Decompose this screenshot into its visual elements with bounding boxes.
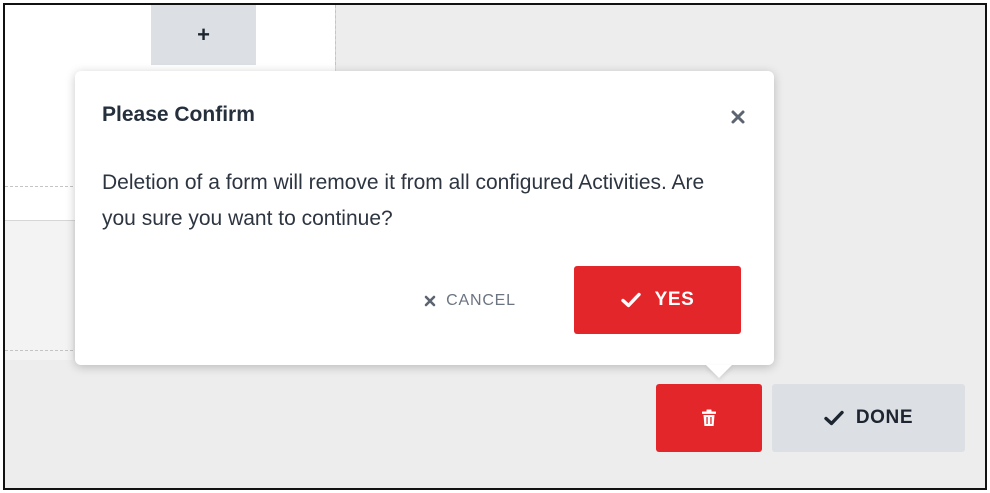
- dialog-message: Deletion of a form will remove it from a…: [102, 171, 705, 230]
- trash-icon: [701, 409, 717, 427]
- dashed-divider-horizontal: [5, 186, 73, 187]
- done-button[interactable]: DONE: [772, 384, 965, 452]
- dashed-divider-horizontal: [5, 350, 73, 351]
- check-icon: [620, 292, 641, 308]
- done-label: DONE: [855, 407, 914, 428]
- yes-button[interactable]: YES: [574, 266, 741, 334]
- cancel-button[interactable]: CANCEL: [405, 281, 535, 321]
- dashed-divider-vertical: [335, 5, 336, 65]
- form-name-input[interactable]: [5, 5, 152, 65]
- x-icon: [424, 295, 436, 307]
- check-icon: [824, 410, 844, 426]
- add-label: +: [197, 22, 210, 47]
- dialog-title: Please Confirm: [102, 103, 255, 126]
- background-side-panel: [5, 220, 73, 360]
- yes-label: YES: [654, 289, 695, 310]
- app-frame: + Please Confirm Deletion of a form will…: [3, 3, 987, 490]
- delete-button[interactable]: [656, 384, 762, 452]
- confirm-dialog: Please Confirm Deletion of a form will r…: [75, 71, 774, 378]
- close-icon[interactable]: [726, 105, 750, 129]
- cancel-label: CANCEL: [446, 292, 516, 309]
- add-button[interactable]: +: [151, 5, 256, 65]
- popover-arrow: [706, 365, 732, 378]
